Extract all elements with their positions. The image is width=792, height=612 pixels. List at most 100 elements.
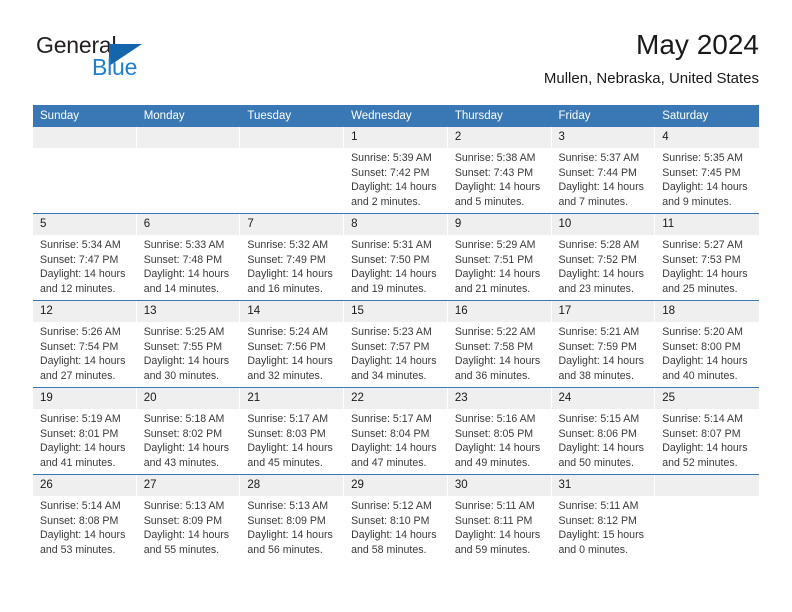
daylight-text: Daylight: 14 hours and 23 minutes.: [558, 268, 644, 295]
day-number: 8: [344, 214, 448, 235]
calendar-page: General Blue May 2024 Mullen, Nebraska, …: [0, 0, 792, 612]
day-number: 29: [344, 475, 448, 496]
daylight-text: Daylight: 14 hours and 43 minutes.: [143, 442, 230, 469]
sunrise-text: Sunrise: 5:23 AM: [351, 326, 432, 338]
calendar-day-cell[interactable]: 13 Sunrise: 5:25 AM Sunset: 7:55 PM Dayligh…: [136, 300, 241, 388]
day-number: 24: [551, 388, 656, 409]
sunset-text: Sunset: 8:09 PM: [143, 514, 223, 527]
day-cell-inner: 30 Sunrise: 5:11 AM Sunset: 8:11 PM Dayligh…: [447, 475, 552, 561]
day-details: Sunrise: 5:13 AM Sunset: 8:09 PM Daylight:…: [240, 496, 344, 557]
calendar-day-cell[interactable]: 1 Sunrise: 5:39 AM Sunset: 7:42 PM Daylight…: [344, 127, 448, 214]
calendar-day-cell[interactable]: 28 Sunrise: 5:13 AM Sunset: 8:09 PM Dayligh…: [240, 474, 345, 561]
day-cell-inner: 23 Sunrise: 5:16 AM Sunset: 8:05 PM Dayligh…: [447, 388, 552, 474]
calendar-day-cell[interactable]: 16 Sunrise: 5:22 AM Sunset: 7:58 PM Dayligh…: [447, 300, 552, 388]
sunset-text: Sunset: 7:50 PM: [351, 253, 430, 266]
daylight-text: Daylight: 14 hours and 27 minutes.: [40, 355, 126, 382]
sunrise-text: Sunrise: 5:29 AM: [454, 239, 536, 251]
day-cell-inner: 5 Sunrise: 5:34 AM Sunset: 7:47 PM Daylight…: [33, 214, 137, 300]
calendar-day-cell[interactable]: 27 Sunrise: 5:13 AM Sunset: 8:09 PM Dayligh…: [136, 474, 241, 561]
sunrise-text: Sunrise: 5:21 AM: [558, 326, 640, 338]
day-cell-inner: [33, 127, 137, 213]
calendar-day-cell[interactable]: 17 Sunrise: 5:21 AM Sunset: 7:59 PM Dayligh…: [551, 300, 656, 388]
day-details: Sunrise: 5:24 AM Sunset: 7:56 PM Daylight:…: [240, 322, 344, 383]
day-number: 19: [33, 388, 137, 409]
sunset-text: Sunset: 8:06 PM: [558, 427, 637, 440]
calendar-day-cell[interactable]: 31 Sunrise: 5:11 AM Sunset: 8:12 PM Dayligh…: [551, 474, 656, 561]
day-details: Sunrise: 5:29 AM Sunset: 7:51 PM Daylight:…: [448, 235, 552, 296]
calendar-day-cell[interactable]: 10 Sunrise: 5:28 AM Sunset: 7:52 PM Dayligh…: [551, 213, 656, 301]
day-details: Sunrise: 5:11 AM Sunset: 8:12 PM Daylight:…: [552, 496, 656, 557]
calendar-day-cell[interactable]: 12 Sunrise: 5:26 AM Sunset: 7:54 PM Dayligh…: [33, 300, 137, 388]
sunrise-text: Sunrise: 5:32 AM: [247, 239, 329, 251]
daylight-text: Daylight: 14 hours and 19 minutes.: [351, 268, 437, 295]
day-cell-inner: 11 Sunrise: 5:27 AM Sunset: 7:53 PM Dayligh…: [655, 214, 759, 300]
calendar-day-cell[interactable]: 9 Sunrise: 5:29 AM Sunset: 7:51 PM Daylight…: [447, 213, 552, 301]
sunset-text: Sunset: 7:45 PM: [662, 166, 741, 179]
day-cell-inner: 17 Sunrise: 5:21 AM Sunset: 7:59 PM Dayligh…: [551, 301, 656, 387]
calendar-day-cell[interactable]: 7 Sunrise: 5:32 AM Sunset: 7:49 PM Daylight…: [240, 213, 345, 301]
sunset-text: Sunset: 7:57 PM: [351, 340, 430, 353]
sunrise-text: Sunrise: 5:17 AM: [351, 413, 432, 425]
calendar-body: 1 Sunrise: 5:39 AM Sunset: 7:42 PM Daylight…: [33, 127, 759, 561]
sunrise-text: Sunrise: 5:35 AM: [662, 152, 743, 164]
calendar-day-cell[interactable]: 6 Sunrise: 5:33 AM Sunset: 7:48 PM Daylight…: [136, 213, 241, 301]
calendar-day-cell[interactable]: 3 Sunrise: 5:37 AM Sunset: 7:44 PM Daylight…: [551, 127, 656, 214]
day-cell-inner: 24 Sunrise: 5:15 AM Sunset: 8:06 PM Dayligh…: [551, 388, 656, 474]
calendar-day-cell[interactable]: 24 Sunrise: 5:15 AM Sunset: 8:06 PM Dayligh…: [551, 387, 656, 475]
calendar-day-cell[interactable]: 2 Sunrise: 5:38 AM Sunset: 7:43 PM Daylight…: [447, 127, 552, 214]
sunset-text: Sunset: 7:44 PM: [558, 166, 637, 179]
calendar-day-cell[interactable]: 8 Sunrise: 5:31 AM Sunset: 7:50 PM Daylight…: [344, 213, 448, 301]
day-details: Sunrise: 5:37 AM Sunset: 7:44 PM Daylight:…: [552, 148, 656, 209]
calendar-week-row: 5 Sunrise: 5:34 AM Sunset: 7:47 PM Daylight…: [33, 213, 759, 301]
daylight-text: Daylight: 14 hours and 21 minutes.: [454, 268, 541, 295]
calendar-day-cell[interactable]: 25 Sunrise: 5:14 AM Sunset: 8:07 PM Dayligh…: [655, 387, 759, 475]
masthead: General Blue May 2024 Mullen, Nebraska, …: [33, 28, 759, 98]
day-cell-inner: 7 Sunrise: 5:32 AM Sunset: 7:49 PM Daylight…: [240, 214, 345, 300]
day-details: Sunrise: 5:34 AM Sunset: 7:47 PM Daylight:…: [33, 235, 137, 296]
weekday-header-sunday: Sunday: [33, 105, 137, 127]
day-number: 5: [33, 214, 137, 235]
calendar-day-cell[interactable]: 26 Sunrise: 5:14 AM Sunset: 8:08 PM Dayligh…: [33, 474, 137, 561]
calendar-day-cell[interactable]: 5 Sunrise: 5:34 AM Sunset: 7:47 PM Daylight…: [33, 213, 137, 301]
day-details: Sunrise: 5:38 AM Sunset: 7:43 PM Daylight:…: [448, 148, 552, 209]
day-cell-inner: 26 Sunrise: 5:14 AM Sunset: 8:08 PM Dayligh…: [33, 475, 137, 561]
calendar-day-cell[interactable]: 23 Sunrise: 5:16 AM Sunset: 8:05 PM Dayligh…: [447, 387, 552, 475]
daylight-text: Daylight: 14 hours and 5 minutes.: [454, 181, 541, 208]
sunset-text: Sunset: 7:59 PM: [558, 340, 637, 353]
day-details: Sunrise: 5:23 AM Sunset: 7:57 PM Daylight:…: [344, 322, 448, 383]
calendar-day-cell[interactable]: 30 Sunrise: 5:11 AM Sunset: 8:11 PM Dayligh…: [447, 474, 552, 561]
calendar-day-cell: [240, 127, 345, 214]
sunrise-text: Sunrise: 5:11 AM: [558, 500, 639, 512]
sunrise-text: Sunrise: 5:19 AM: [40, 413, 121, 425]
calendar-day-cell[interactable]: 22 Sunrise: 5:17 AM Sunset: 8:04 PM Dayligh…: [344, 387, 448, 475]
calendar-day-cell[interactable]: 14 Sunrise: 5:24 AM Sunset: 7:56 PM Dayligh…: [240, 300, 345, 388]
calendar-table: Sunday Monday Tuesday Wednesday Thursday…: [33, 105, 759, 561]
calendar-day-cell[interactable]: 15 Sunrise: 5:23 AM Sunset: 7:57 PM Dayligh…: [344, 300, 448, 388]
day-number: 11: [655, 214, 759, 235]
sunset-text: Sunset: 7:47 PM: [40, 253, 119, 266]
day-details: Sunrise: 5:28 AM Sunset: 7:52 PM Daylight:…: [552, 235, 656, 296]
calendar-day-cell[interactable]: 21 Sunrise: 5:17 AM Sunset: 8:03 PM Dayligh…: [240, 387, 345, 475]
calendar-day-cell[interactable]: 4 Sunrise: 5:35 AM Sunset: 7:45 PM Daylight…: [655, 127, 759, 214]
day-details: Sunrise: 5:31 AM Sunset: 7:50 PM Daylight:…: [344, 235, 448, 296]
daylight-text: Daylight: 14 hours and 2 minutes.: [351, 181, 437, 208]
sunrise-text: Sunrise: 5:31 AM: [351, 239, 432, 251]
general-blue-logo[interactable]: General Blue: [36, 32, 196, 88]
calendar-day-cell[interactable]: 20 Sunrise: 5:18 AM Sunset: 8:02 PM Dayligh…: [136, 387, 241, 475]
sunrise-text: Sunrise: 5:16 AM: [454, 413, 536, 425]
calendar-day-cell[interactable]: 11 Sunrise: 5:27 AM Sunset: 7:53 PM Dayligh…: [655, 213, 759, 301]
sunset-text: Sunset: 8:05 PM: [454, 427, 534, 440]
sunrise-text: Sunrise: 5:14 AM: [40, 500, 121, 512]
day-number: [33, 127, 137, 148]
calendar-day-cell[interactable]: 18 Sunrise: 5:20 AM Sunset: 8:00 PM Dayligh…: [655, 300, 759, 388]
sunset-text: Sunset: 7:53 PM: [662, 253, 741, 266]
day-cell-inner: 31 Sunrise: 5:11 AM Sunset: 8:12 PM Dayligh…: [551, 475, 656, 561]
day-cell-inner: 28 Sunrise: 5:13 AM Sunset: 8:09 PM Dayligh…: [240, 475, 345, 561]
calendar-day-cell[interactable]: 19 Sunrise: 5:19 AM Sunset: 8:01 PM Dayligh…: [33, 387, 137, 475]
day-details: Sunrise: 5:17 AM Sunset: 8:03 PM Daylight:…: [240, 409, 344, 470]
calendar-week-row: 19 Sunrise: 5:19 AM Sunset: 8:01 PM Dayligh…: [33, 387, 759, 475]
day-number: 26: [33, 475, 137, 496]
day-number: 17: [551, 301, 656, 322]
day-number: [655, 475, 759, 496]
calendar-day-cell[interactable]: 29 Sunrise: 5:12 AM Sunset: 8:10 PM Dayligh…: [344, 474, 448, 561]
